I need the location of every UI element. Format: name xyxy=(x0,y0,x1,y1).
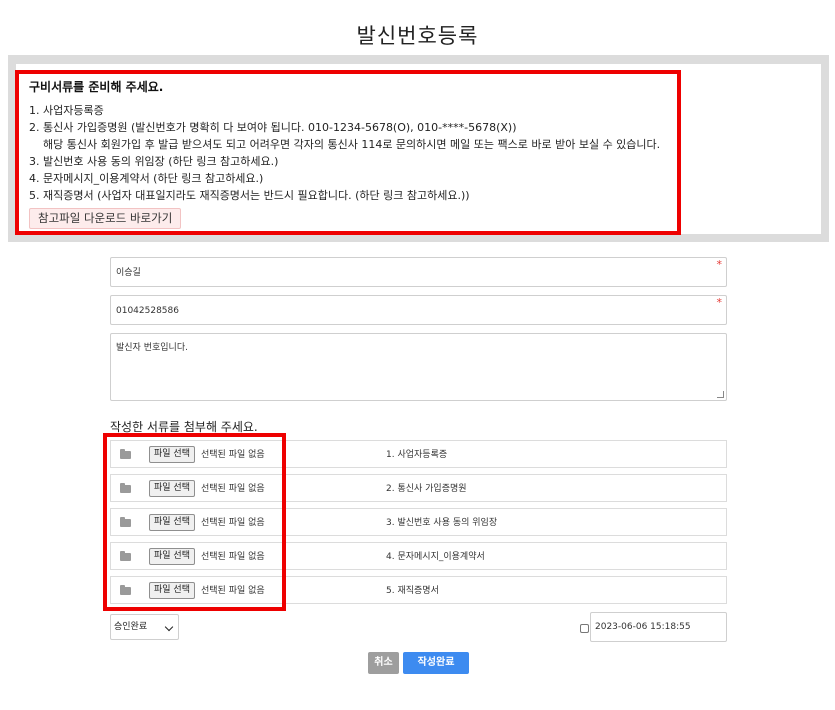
notice-heading: 구비서류를 준비해 주세요. xyxy=(29,80,164,94)
folder-icon xyxy=(120,449,131,459)
folder-icon xyxy=(120,551,131,561)
file-status: 선택된 파일 없음 xyxy=(201,552,265,562)
attachment-row: 파일 선택 선택된 파일 없음 4. 문자메시지_이용계약서 xyxy=(110,542,727,570)
document-label: 2. 통신사 가입증명원 xyxy=(386,484,467,494)
notice-line-1: 1. 사업자등록증 xyxy=(29,104,104,117)
notice-line-4: 4. 문자메시지_이용계약서 (하단 링크 참고하세요.) xyxy=(29,172,264,185)
file-status: 선택된 파일 없음 xyxy=(201,518,265,528)
cancel-button[interactable]: 취소 xyxy=(368,652,399,674)
notice-line-3: 3. 발신번호 사용 동의 위임장 (하단 링크 참고하세요.) xyxy=(29,155,279,168)
attachment-row: 파일 선택 선택된 파일 없음 1. 사업자등록증 xyxy=(110,440,727,468)
file-status: 선택된 파일 없음 xyxy=(201,484,265,494)
attachment-row: 파일 선택 선택된 파일 없음 5. 재직증명서 xyxy=(110,576,727,604)
chevron-down-icon xyxy=(164,622,174,632)
date-checkbox[interactable] xyxy=(580,624,589,633)
page-title: 발신번호등록 xyxy=(356,24,479,48)
folder-icon xyxy=(120,483,131,493)
attachment-row: 파일 선택 선택된 파일 없음 2. 통신사 가입증명원 xyxy=(110,474,727,502)
choose-file-button[interactable]: 파일 선택 xyxy=(149,582,195,599)
required-documents-notice: 구비서류를 준비해 주세요. 1. 사업자등록증 2. 통신사 가입증명원 (발… xyxy=(15,70,681,235)
document-label: 3. 발신번호 사용 동의 위임장 xyxy=(386,518,498,528)
status-select[interactable]: 승인완료 xyxy=(110,614,179,640)
choose-file-button[interactable]: 파일 선택 xyxy=(149,514,195,531)
folder-icon xyxy=(120,517,131,527)
status-selected-value: 승인완료 xyxy=(114,622,148,632)
submit-button[interactable]: 작성완료 xyxy=(403,652,469,674)
reference-download-button[interactable]: 참고파일 다운로드 바로가기 xyxy=(29,208,182,229)
sender-name-value: 이승길 xyxy=(116,268,141,278)
file-status: 선택된 파일 없음 xyxy=(201,586,265,596)
resize-grip-icon[interactable] xyxy=(717,391,724,398)
choose-file-button[interactable]: 파일 선택 xyxy=(149,548,195,565)
phone-number-value: 01042528586 xyxy=(116,306,179,316)
choose-file-button[interactable]: 파일 선택 xyxy=(149,446,195,463)
attachments-title: 작성한 서류를 첨부해 주세요. xyxy=(110,420,258,434)
choose-file-button[interactable]: 파일 선택 xyxy=(149,480,195,497)
memo-value: 발신자 번호입니다. xyxy=(116,343,188,353)
required-mark: * xyxy=(716,296,723,309)
document-label: 4. 문자메시지_이용계약서 xyxy=(386,552,485,562)
sender-name-input[interactable]: 이승길 * xyxy=(110,257,727,287)
notice-line-2-detail: 해당 통신사 회원가입 후 발급 받으셔도 되고 어려우면 각자의 통신사 11… xyxy=(43,138,661,151)
document-label: 1. 사업자등록증 xyxy=(386,450,448,460)
folder-icon xyxy=(120,585,131,595)
document-label: 5. 재직증명서 xyxy=(386,586,439,596)
notice-line-5: 5. 재직증명서 (사업자 대표일지라도 재직증명서는 반드시 필요합니다. (… xyxy=(29,189,470,202)
date-field[interactable]: 2023-06-06 15:18:55 xyxy=(590,612,727,642)
required-mark: * xyxy=(716,258,723,271)
memo-textarea[interactable]: 발신자 번호입니다. xyxy=(110,333,727,401)
phone-number-input[interactable]: 01042528586 * xyxy=(110,295,727,325)
file-status: 선택된 파일 없음 xyxy=(201,450,265,460)
date-value: 2023-06-06 15:18:55 xyxy=(595,622,691,632)
attachment-row: 파일 선택 선택된 파일 없음 3. 발신번호 사용 동의 위임장 xyxy=(110,508,727,536)
notice-line-2: 2. 통신사 가입증명원 (발신번호가 명확히 다 보여야 됩니다. 010-1… xyxy=(29,121,517,134)
